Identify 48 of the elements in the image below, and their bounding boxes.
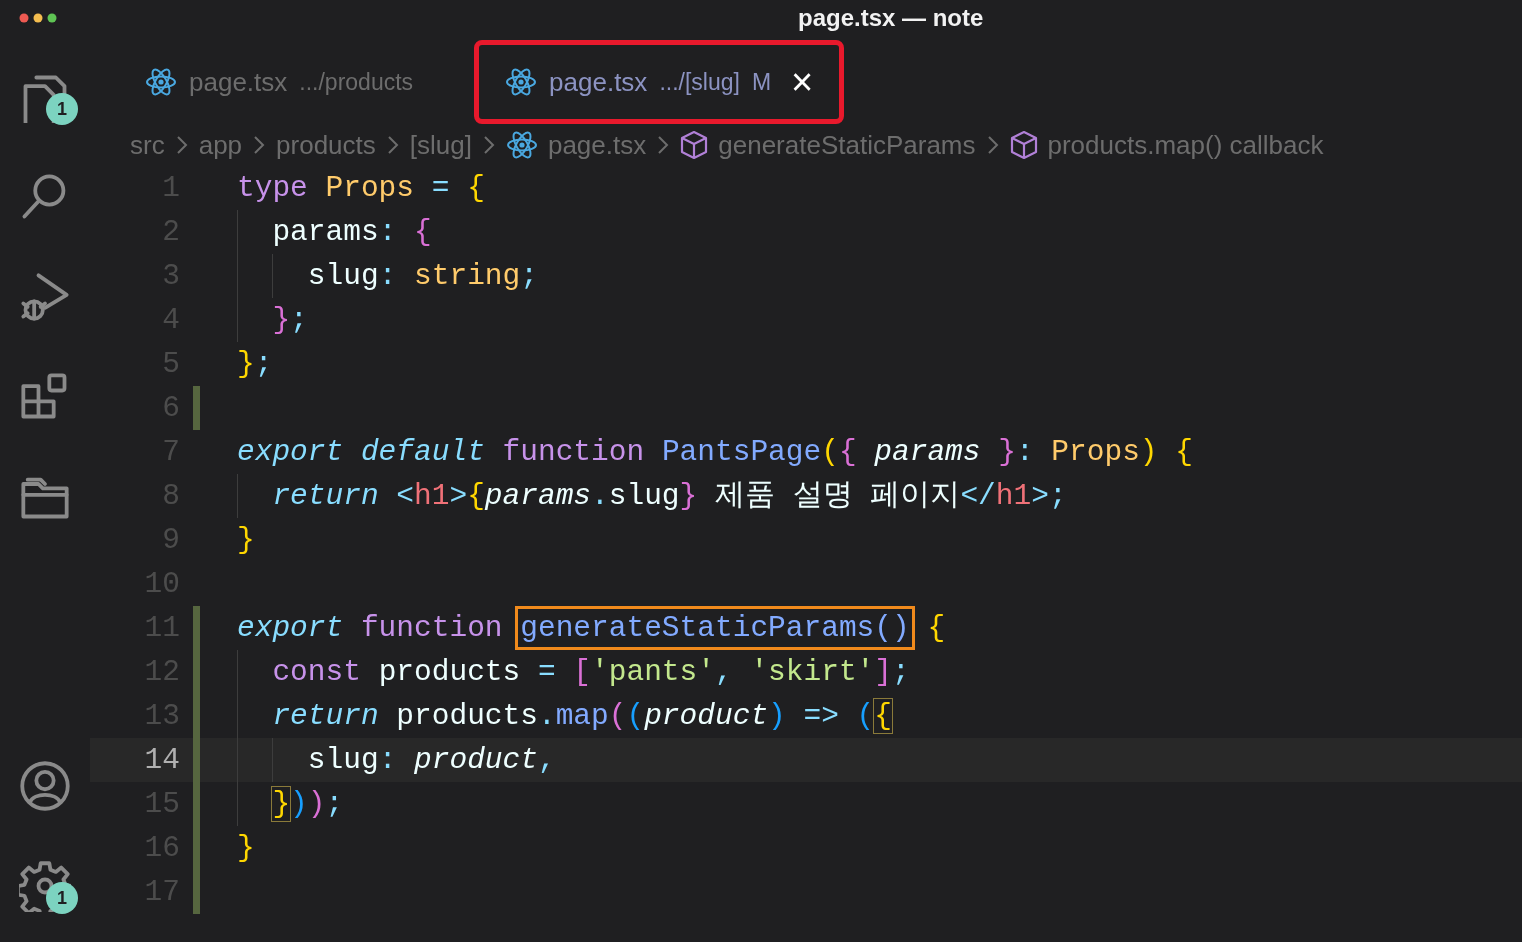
chevron-icon [174, 134, 189, 156]
code-line: slug: product, [306, 742, 556, 779]
close-button[interactable]: × [791, 63, 814, 101]
breadcrumb-item[interactable]: app [198, 125, 243, 165]
code-line: } [237, 522, 255, 559]
code-line: const products = ['pants', 'skirt']; [271, 654, 910, 691]
breadcrumb-item[interactable]: [slug] [409, 125, 472, 165]
chevron-icon [985, 134, 1000, 156]
react-icon [505, 67, 538, 97]
window-controls-icon[interactable] [19, 13, 59, 23]
code-line: return products.map((product) => ({ [271, 698, 892, 735]
code-line: }; [271, 302, 308, 339]
notification-badge: 1 [46, 882, 78, 914]
breadcrumb-item[interactable]: products.map() callback [1047, 125, 1324, 165]
run-debug-icon[interactable] [19, 271, 71, 323]
window-title: page.tsx — note [798, 3, 984, 33]
chevron-icon [656, 134, 671, 156]
breadcrumb-item[interactable]: products [276, 125, 376, 165]
breadcrumb-item[interactable]: src [130, 125, 165, 165]
code-line: })); [271, 786, 344, 823]
react-icon [145, 67, 177, 97]
code-line: export function generateStaticParams() { [237, 606, 946, 650]
code-line: params: { [271, 214, 432, 251]
chevron-icon [252, 134, 267, 156]
cube-icon [680, 130, 709, 160]
chevron-icon [385, 134, 400, 156]
tab-path: .../products [299, 67, 414, 97]
react-icon [505, 130, 538, 160]
editor-tab[interactable]: page.tsx .../products [114, 40, 445, 124]
editor-tab[interactable]: page.tsx .../[slug] M × [474, 40, 845, 124]
tab-title: page.tsx [189, 65, 288, 99]
chevron-icon [481, 134, 496, 156]
code-line: return <h1>{params.slug} 제품 설명 페이지</h1>; [271, 478, 1067, 515]
code-line: }; [237, 346, 273, 383]
line-number: 14 [143, 741, 181, 779]
code-line: slug: string; [306, 258, 538, 295]
breadcrumb-item[interactable]: page.tsx [547, 125, 647, 165]
breadcrumb-item[interactable]: generateStaticParams [718, 125, 976, 165]
tab-title: page.tsx [549, 65, 648, 99]
cube-icon [1009, 130, 1038, 160]
code-line: type Props = { [237, 170, 485, 207]
notification-badge: 1 [46, 93, 78, 125]
account-icon[interactable] [19, 760, 71, 812]
tab-path: .../[slug] [659, 67, 740, 97]
code-line: } [237, 830, 255, 867]
code-line: export default function PantsPage({ params }: Props) { [237, 434, 1193, 471]
modified-indicator: M [751, 67, 772, 97]
change-marker [193, 386, 200, 430]
